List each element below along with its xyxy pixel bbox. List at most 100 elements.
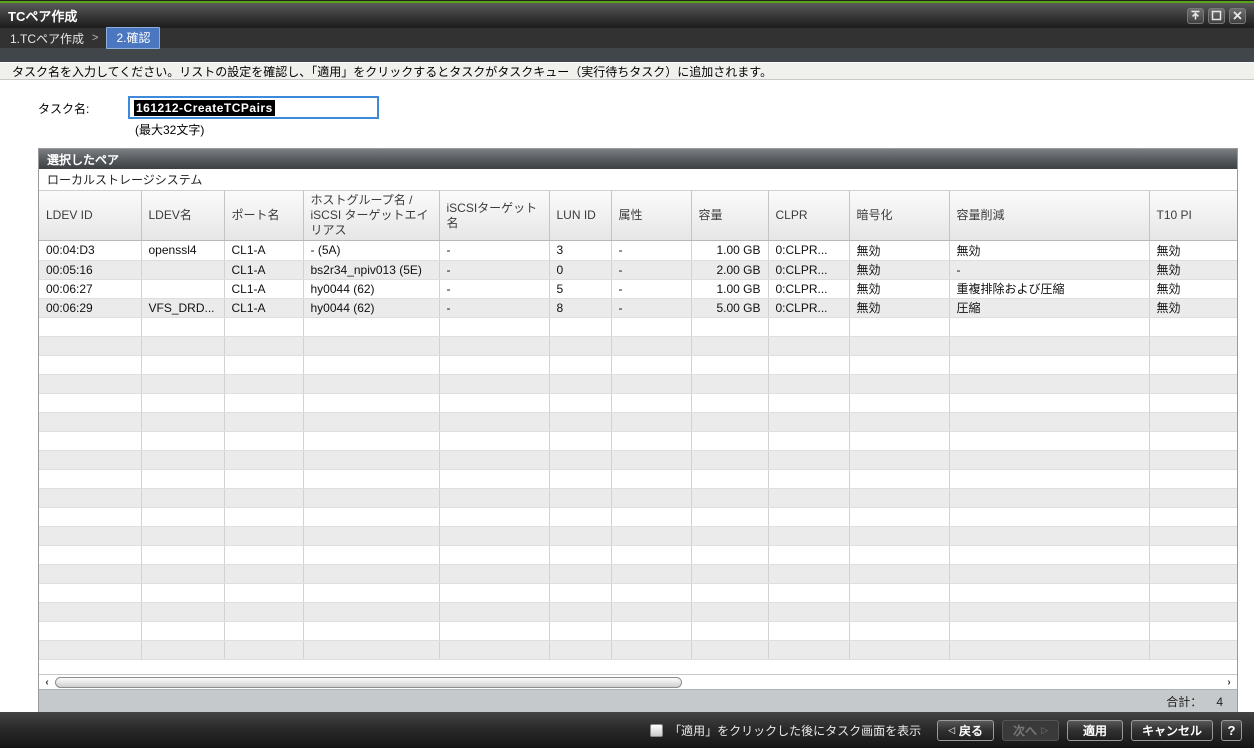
task-name-input[interactable]: 161212-CreateTCPairs [128, 96, 379, 119]
table-cell [439, 336, 550, 356]
table-cell [949, 450, 1150, 470]
breadcrumb-step-1[interactable]: 1.TCペア作成 [10, 30, 84, 47]
table-cell [1149, 526, 1237, 546]
column-header[interactable]: iSCSIターゲット名 [439, 191, 550, 241]
column-header[interactable]: LDEV名 [141, 191, 225, 241]
next-button[interactable]: 次へ ▷ [1002, 719, 1059, 741]
table-cell [768, 488, 850, 508]
table-cell: - [611, 260, 692, 280]
table-cell [303, 374, 440, 394]
scroll-left-arrow-icon[interactable]: ‹ [41, 676, 53, 688]
table-cell [611, 507, 692, 527]
column-header[interactable]: LUN ID [549, 191, 612, 241]
table-cell: CL1-A [224, 260, 304, 280]
table-cell [1149, 336, 1237, 356]
column-header[interactable]: 暗号化 [849, 191, 950, 241]
table-cell [611, 374, 692, 394]
table-cell [949, 488, 1150, 508]
table-cell: 0:CLPR... [768, 298, 850, 318]
table-cell: 5.00 GB [691, 298, 769, 318]
table-cell [439, 526, 550, 546]
table-cell [549, 355, 612, 375]
table-cell [949, 564, 1150, 584]
column-header[interactable]: 容量 [691, 191, 769, 241]
table-cell [224, 564, 304, 584]
table-cell [949, 336, 1150, 356]
table-cell [141, 450, 225, 470]
header-row: LDEV ID LDEV名 ポート名 ホストグループ名 / iSCSI ターゲットエイ… [39, 191, 1237, 241]
table-cell [849, 431, 950, 451]
title-bar: TCペア作成 [0, 3, 1254, 28]
local-storage-system-label: ローカルストレージシステム [39, 169, 1237, 191]
instruction-bar: タスク名を入力してください。リストの設定を確認し、「適用」をクリックするとタスク… [0, 62, 1254, 80]
table-cell: 1.00 GB [691, 241, 769, 261]
column-header[interactable]: ホストグループ名 / iSCSI ターゲットエイリアス [303, 191, 440, 241]
scrollbar-thumb[interactable] [55, 676, 682, 688]
table-cell [224, 355, 304, 375]
table-cell [768, 602, 850, 622]
table-cell [39, 564, 142, 584]
table-cell: 圧縮 [949, 298, 1150, 318]
table-cell [303, 507, 440, 527]
table-cell [1149, 412, 1237, 432]
table-cell [439, 545, 550, 565]
table-row-empty [39, 374, 1237, 394]
table-row: 00:06:27 CL1-A hy0044 (62) -5-1.00 GB 0:CLPR… [39, 279, 1237, 299]
table-cell [1149, 469, 1237, 489]
column-header[interactable]: LDEV ID [39, 191, 142, 241]
action-bar: 「適用」をクリックした後にタスク画面を表示 ◁ 戻る 次へ ▷ 適用 キャンセル… [0, 712, 1254, 748]
column-header[interactable]: 容量削減 [949, 191, 1150, 241]
maximize-window-button[interactable] [1208, 7, 1225, 24]
table-cell [611, 602, 692, 622]
table-cell [1149, 450, 1237, 470]
column-header[interactable]: T10 PI [1149, 191, 1237, 241]
table-cell [224, 545, 304, 565]
table-row: 00:05:16 CL1-A bs2r34_npiv013 (5E) -0-2.00 … [39, 260, 1237, 280]
show-task-screen-label: 「適用」をクリックした後にタスク画面を表示 [669, 723, 922, 738]
apply-button[interactable]: 適用 [1066, 719, 1123, 741]
collapse-window-button[interactable] [1187, 7, 1204, 24]
table-cell [949, 583, 1150, 603]
scroll-right-arrow-icon[interactable]: › [1223, 676, 1235, 688]
collapse-icon [1191, 10, 1200, 20]
table-cell: 無効 [849, 279, 950, 299]
table-cell: 5 [549, 279, 612, 299]
table-cell [1149, 621, 1237, 641]
table-cell: - (5A) [303, 241, 440, 261]
column-header[interactable]: 属性 [611, 191, 692, 241]
table-cell [768, 412, 850, 432]
close-icon [1233, 11, 1242, 20]
table-cell [439, 317, 550, 337]
table-cell [39, 355, 142, 375]
table-cell: 無効 [1149, 279, 1237, 299]
table-row-empty [39, 564, 1237, 584]
table-cell [1149, 374, 1237, 394]
horizontal-scrollbar[interactable]: ‹ › [39, 674, 1237, 689]
table-cell [691, 393, 769, 413]
apply-button-label: 適用 [1082, 723, 1107, 738]
table-cell [691, 336, 769, 356]
show-task-screen-checkbox[interactable] [650, 723, 664, 737]
table-footer: 合計： 4 [39, 689, 1237, 713]
table-cell [849, 564, 950, 584]
table-row-empty [39, 583, 1237, 603]
back-button[interactable]: ◁ 戻る [937, 719, 995, 741]
column-header[interactable]: CLPR [768, 191, 850, 241]
table-cell [691, 545, 769, 565]
column-header[interactable]: ポート名 [224, 191, 304, 241]
table-cell [39, 526, 142, 546]
table-cell [949, 431, 1150, 451]
page-title: TCペア作成 [8, 9, 78, 24]
cancel-button[interactable]: キャンセル [1130, 719, 1213, 741]
table-cell [768, 583, 850, 603]
table-cell [691, 488, 769, 508]
table-cell [303, 393, 440, 413]
table-cell: - [439, 241, 550, 261]
table-cell [224, 583, 304, 603]
selected-pairs-title: 選択したペア [39, 149, 1237, 169]
task-name-value: 161212-CreateTCPairs [134, 99, 275, 116]
table-cell [549, 374, 612, 394]
close-window-button[interactable] [1229, 7, 1246, 24]
help-button[interactable]: ? [1221, 719, 1242, 741]
table-cell [439, 621, 550, 641]
